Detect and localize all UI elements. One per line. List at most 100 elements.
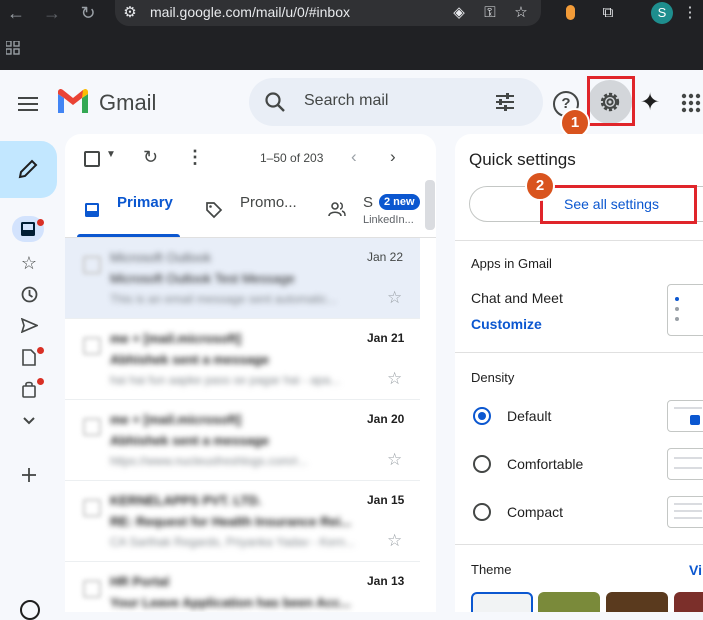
- row-checkbox[interactable]: [83, 580, 101, 598]
- row-date: Jan 13: [367, 574, 405, 588]
- chat-meet-label: Chat and Meet: [471, 290, 563, 306]
- promotions-tag-icon[interactable]: [205, 201, 223, 219]
- create-label-plus-icon[interactable]: [21, 467, 37, 483]
- divider: [455, 352, 703, 353]
- search-icon[interactable]: [264, 91, 286, 113]
- row-sender: me + [mail.microsoft]: [110, 412, 242, 427]
- select-dropdown-icon[interactable]: ▼: [106, 149, 116, 160]
- starred-icon[interactable]: ☆: [18, 252, 40, 274]
- sent-icon[interactable]: [21, 318, 38, 333]
- browser-menu-icon[interactable]: ⋮: [680, 3, 700, 23]
- tab-promotions[interactable]: Promo...: [240, 194, 297, 211]
- more-options-icon[interactable]: ⋮: [186, 147, 204, 168]
- row-checkbox[interactable]: [83, 499, 101, 517]
- row-checkbox[interactable]: [83, 418, 101, 436]
- row-subject: Abhishek sent a message: [110, 352, 269, 367]
- search-options-icon[interactable]: [494, 92, 516, 112]
- row-subject: Microsoft Outlook Test Message: [110, 271, 295, 286]
- theme-nature-thumbnail[interactable]: [538, 592, 600, 612]
- quick-settings-panel: Quick settings See all settings 2 Apps i…: [455, 134, 703, 612]
- table-row[interactable]: me + [mail.microsoft] Abhishek sent a me…: [65, 319, 420, 400]
- mail-scrollbar[interactable]: [425, 180, 435, 230]
- star-icon[interactable]: ☆: [387, 531, 402, 551]
- gmail-logo-text[interactable]: Gmail: [99, 90, 156, 116]
- profile-avatar[interactable]: S: [651, 2, 673, 24]
- theme-default-thumbnail[interactable]: [471, 592, 533, 612]
- more-chevron-down-icon[interactable]: [22, 416, 36, 426]
- row-checkbox[interactable]: [83, 337, 101, 355]
- mail-list-panel: ▼ ↻ ⋮ 1–50 of 203 ‹ › Primary Promo... S…: [65, 134, 436, 612]
- density-heading: Density: [471, 370, 515, 385]
- extensions-puzzle-icon[interactable]: ⧉: [598, 3, 618, 23]
- main-menu-icon[interactable]: [18, 93, 38, 115]
- inbox-icon[interactable]: [20, 221, 36, 237]
- extension-diamond-icon[interactable]: ◈: [449, 3, 469, 23]
- drafts-icon[interactable]: [22, 349, 36, 366]
- row-snippet: CA Sarthak Regards, Priyanka Yadav - Ker…: [110, 535, 356, 549]
- back-arrow-icon[interactable]: ←: [4, 1, 28, 25]
- primary-tab-icon[interactable]: [84, 202, 100, 218]
- search-input[interactable]: Search mail: [304, 92, 388, 110]
- table-row[interactable]: KERNELAPPS PVT. LTD. RE: Request for Hea…: [65, 481, 420, 562]
- density-comfortable-preview: [667, 448, 703, 480]
- shopping-dot: [37, 378, 44, 385]
- theme-heading: Theme: [471, 562, 512, 577]
- theme-view-all-link[interactable]: Vi: [689, 562, 702, 578]
- divider: [455, 544, 703, 545]
- tab-social[interactable]: S: [363, 194, 373, 211]
- key-icon[interactable]: ⚿: [480, 3, 500, 23]
- settings-highlight-box: [587, 76, 635, 126]
- tab-primary[interactable]: Primary: [117, 194, 173, 211]
- table-row[interactable]: Microsoft Outlook Microsoft Outlook Test…: [65, 238, 420, 319]
- bookmarks-apps-icon[interactable]: [6, 41, 20, 55]
- social-people-icon[interactable]: [328, 201, 346, 217]
- density-default-radio[interactable]: [473, 407, 491, 425]
- row-snippet: https://www.nucleusfreshlogs.com/r...: [110, 454, 308, 468]
- density-compact-label[interactable]: Compact: [507, 504, 563, 520]
- bookmark-star-icon[interactable]: ☆: [511, 3, 531, 23]
- table-row[interactable]: HR Portal Your Leave Application has bee…: [65, 562, 420, 612]
- pagination-range: 1–50 of 203: [260, 151, 324, 165]
- density-comfortable-radio[interactable]: [473, 455, 491, 473]
- density-compact-radio[interactable]: [473, 503, 491, 521]
- row-checkbox[interactable]: [83, 256, 101, 274]
- row-date: Jan 21: [367, 331, 405, 345]
- customize-link[interactable]: Customize: [471, 316, 542, 332]
- pencil-icon[interactable]: [17, 158, 39, 180]
- drafts-dot: [37, 347, 44, 354]
- inbox-unread-dot: [37, 219, 44, 226]
- refresh-icon[interactable]: ↻: [143, 147, 158, 168]
- account-circle-icon[interactable]: [20, 600, 40, 620]
- callout-badge-2: 2: [525, 171, 555, 201]
- density-default-preview: [667, 400, 703, 432]
- row-subject: Abhishek sent a message: [110, 433, 269, 448]
- select-all-checkbox[interactable]: [84, 151, 100, 167]
- url-text[interactable]: mail.google.com/mail/u/0/#inbox: [150, 4, 350, 20]
- theme-red-thumbnail[interactable]: [674, 592, 703, 612]
- newer-chevron-icon[interactable]: ‹: [351, 147, 357, 167]
- row-sender: HR Portal: [110, 574, 170, 589]
- row-sender: me + [mail.microsoft]: [110, 331, 242, 346]
- forward-arrow-icon[interactable]: →: [40, 1, 64, 25]
- divider: [455, 240, 703, 241]
- shopping-bag-icon[interactable]: [22, 381, 36, 398]
- site-info-icon[interactable]: ⚙: [120, 3, 140, 23]
- table-row[interactable]: me + [mail.microsoft] Abhishek sent a me…: [65, 400, 420, 481]
- google-apps-icon[interactable]: [681, 93, 701, 113]
- quick-settings-title: Quick settings: [469, 150, 576, 169]
- star-icon[interactable]: ☆: [387, 288, 402, 308]
- density-default-label[interactable]: Default: [507, 408, 551, 424]
- theme-fire-thumbnail[interactable]: [606, 592, 668, 612]
- row-snippet: This is an email message sent automatic.…: [110, 292, 337, 306]
- star-icon[interactable]: ☆: [387, 369, 402, 389]
- star-icon[interactable]: ☆: [387, 450, 402, 470]
- gemini-spark-icon[interactable]: ✦: [640, 88, 660, 117]
- gmail-logo-icon[interactable]: [56, 88, 90, 114]
- density-comfortable-label[interactable]: Comfortable: [507, 456, 583, 472]
- chat-meet-preview: [667, 284, 703, 336]
- snoozed-clock-icon[interactable]: [21, 286, 38, 303]
- reload-icon[interactable]: ↻: [76, 1, 100, 25]
- social-tab-subtitle: LinkedIn...: [363, 214, 414, 226]
- extension-icon[interactable]: [566, 5, 575, 20]
- older-chevron-icon[interactable]: ›: [390, 147, 396, 167]
